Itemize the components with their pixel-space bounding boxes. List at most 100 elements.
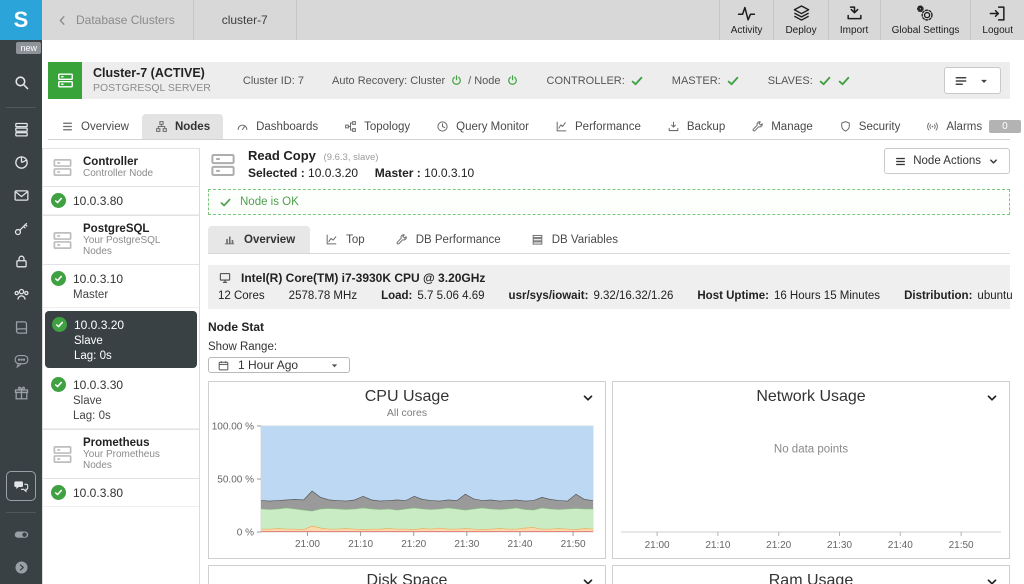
cluster-header: Cluster-7 (ACTIVE) POSTGRESQL SERVER Clu… — [48, 62, 1010, 99]
slaves-label: SLAVES: — [768, 75, 813, 87]
database-server-icon — [56, 71, 75, 90]
node-actions-button[interactable]: Node Actions — [884, 148, 1010, 174]
sidebar-item-reports[interactable] — [0, 146, 42, 179]
deploy-button[interactable]: Deploy — [773, 0, 827, 40]
support-chat-button[interactable] — [6, 471, 36, 501]
node-lag: Lag: 0s — [52, 350, 190, 362]
sidebar-item-security[interactable] — [0, 245, 42, 278]
node-item-10-0-3-10[interactable]: 10.0.3.10 Master — [43, 265, 199, 308]
tab-nodes[interactable]: Nodes — [142, 114, 223, 139]
subtab-top[interactable]: Top — [310, 226, 380, 253]
chevron-down-icon — [581, 575, 595, 584]
svg-text:No data points: No data points — [774, 443, 848, 455]
sidebar-item-whats-new[interactable] — [0, 377, 42, 410]
node-item-10-0-3-20-selected[interactable]: 10.0.3.20 Slave Lag: 0s — [45, 311, 197, 368]
tab-performance[interactable]: Performance — [542, 114, 654, 139]
node-ok-icon — [52, 317, 67, 332]
breadcrumb-label: Database Clusters — [76, 13, 175, 27]
tab-label: Topology — [364, 121, 410, 133]
chart-collapse-button[interactable] — [985, 575, 999, 584]
sidebar-expand-button[interactable] — [0, 551, 42, 584]
sitemap-icon — [155, 120, 168, 133]
tab-manage[interactable]: Manage — [738, 114, 826, 139]
svg-text:21:10: 21:10 — [348, 539, 373, 550]
global-settings-button[interactable]: Global Settings — [880, 0, 971, 40]
controller-status: CONTROLLER: — [547, 74, 644, 88]
logout-button[interactable]: Logout — [970, 0, 1024, 40]
new-badge: new — [16, 42, 41, 54]
subtab-label: Top — [346, 234, 365, 246]
tab-label: Overview — [81, 121, 129, 133]
subtab-db-performance[interactable]: DB Performance — [380, 226, 516, 253]
host-iowait: usr/sys/iowait:9.32/16.32/1.26 — [509, 290, 674, 302]
node-recovery-toggle[interactable] — [506, 74, 519, 87]
logout-label: Logout — [982, 25, 1013, 36]
cluster-recovery-toggle[interactable] — [450, 74, 463, 87]
subtab-overview[interactable]: Overview — [208, 226, 310, 253]
calendar-icon — [217, 359, 230, 372]
tab-label: Security — [859, 121, 901, 133]
content: Cluster-7 (ACTIVE) POSTGRESQL SERVER Clu… — [42, 40, 1024, 584]
tab-alarms[interactable]: Alarms 0 — [913, 114, 1024, 139]
chevron-down-icon — [985, 391, 999, 405]
power-icon — [450, 74, 463, 87]
cluster-tab[interactable]: cluster-7 — [194, 0, 297, 40]
svg-text:21:30: 21:30 — [827, 540, 852, 551]
list-icon — [894, 155, 907, 168]
tab-query-monitor[interactable]: Query Monitor — [423, 114, 542, 139]
tab-label: Nodes — [175, 121, 210, 133]
node-item-10-0-3-30[interactable]: 10.0.3.30 Slave Lag: 0s — [43, 371, 199, 429]
caret-down-icon — [977, 74, 991, 88]
import-button[interactable]: Import — [828, 0, 880, 40]
range-select[interactable]: 1 Hour Ago — [208, 357, 350, 373]
server-icon — [51, 443, 74, 466]
node-item-prometheus-10-0-3-80[interactable]: 10.0.3.80 — [43, 479, 199, 507]
app-root: S new — [0, 0, 1024, 584]
sidebar-item-email[interactable] — [0, 179, 42, 212]
svg-text:21:10: 21:10 — [705, 540, 730, 551]
chart-collapse-button[interactable] — [581, 391, 595, 405]
search-button[interactable] — [0, 62, 42, 102]
severalnines-logo[interactable]: S — [0, 0, 42, 40]
node-item-controller-10-0-3-80[interactable]: 10.0.3.80 — [43, 187, 199, 215]
sidebar-item-feedback[interactable] — [0, 344, 42, 377]
subtab-db-variables[interactable]: DB Variables — [516, 226, 633, 253]
ram-usage-chart-card: Ram Usage — [612, 565, 1010, 584]
node-lag: Lag: 0s — [51, 410, 191, 422]
tab-security[interactable]: Security — [826, 114, 914, 139]
topbar: Database Clusters cluster-7 Activity Dep… — [42, 0, 1024, 40]
cluster-actions-dropdown[interactable] — [944, 67, 1001, 94]
cpu-model: Intel(R) Core(TM) i7-3930K CPU @ 3.20GHz — [241, 271, 485, 285]
breadcrumb[interactable]: Database Clusters — [42, 0, 194, 40]
logout-icon — [988, 4, 1007, 23]
chart-collapse-button[interactable] — [581, 575, 595, 584]
cluster-title: Cluster-7 (ACTIVE) — [93, 66, 211, 82]
chart-collapse-button[interactable] — [985, 391, 999, 405]
node-subtabs: Overview Top DB Performance DB Vari — [208, 224, 1010, 254]
node-role: Slave — [51, 395, 191, 407]
tab-backup[interactable]: Backup — [654, 114, 738, 139]
tab-topology[interactable]: Topology — [331, 114, 423, 139]
line-chart-icon — [325, 233, 338, 246]
node-role: Slave — [52, 335, 190, 347]
theme-toggle[interactable] — [0, 518, 42, 551]
caret-down-icon — [328, 359, 341, 372]
sidebar-item-docs[interactable] — [0, 311, 42, 344]
tab-overview[interactable]: Overview — [48, 114, 142, 139]
sidebar-item-users[interactable] — [0, 278, 42, 311]
sidebar-item-clusters[interactable] — [0, 113, 42, 146]
host-info-bar: Intel(R) Core(TM) i7-3930K CPU @ 3.20GHz… — [208, 265, 1010, 309]
activity-button[interactable]: Activity — [719, 0, 774, 40]
left-sidebar: S new — [0, 0, 42, 584]
node-title-row: Read Copy (9.6.3, slave) — [248, 148, 474, 163]
tab-dashboards[interactable]: Dashboards — [223, 114, 331, 139]
sidebar-item-integrations[interactable] — [0, 212, 42, 245]
wrench-icon — [395, 233, 408, 246]
chat-bubbles-icon — [13, 478, 29, 494]
import-label: Import — [840, 25, 868, 36]
host-distribution: Distribution:ubuntu — [904, 290, 1013, 302]
chart-subtitle: All cores — [209, 407, 605, 419]
server-stack-icon — [13, 121, 30, 138]
chart-title: Disk Space — [367, 572, 448, 584]
range-value: 1 Hour Ago — [238, 358, 298, 372]
